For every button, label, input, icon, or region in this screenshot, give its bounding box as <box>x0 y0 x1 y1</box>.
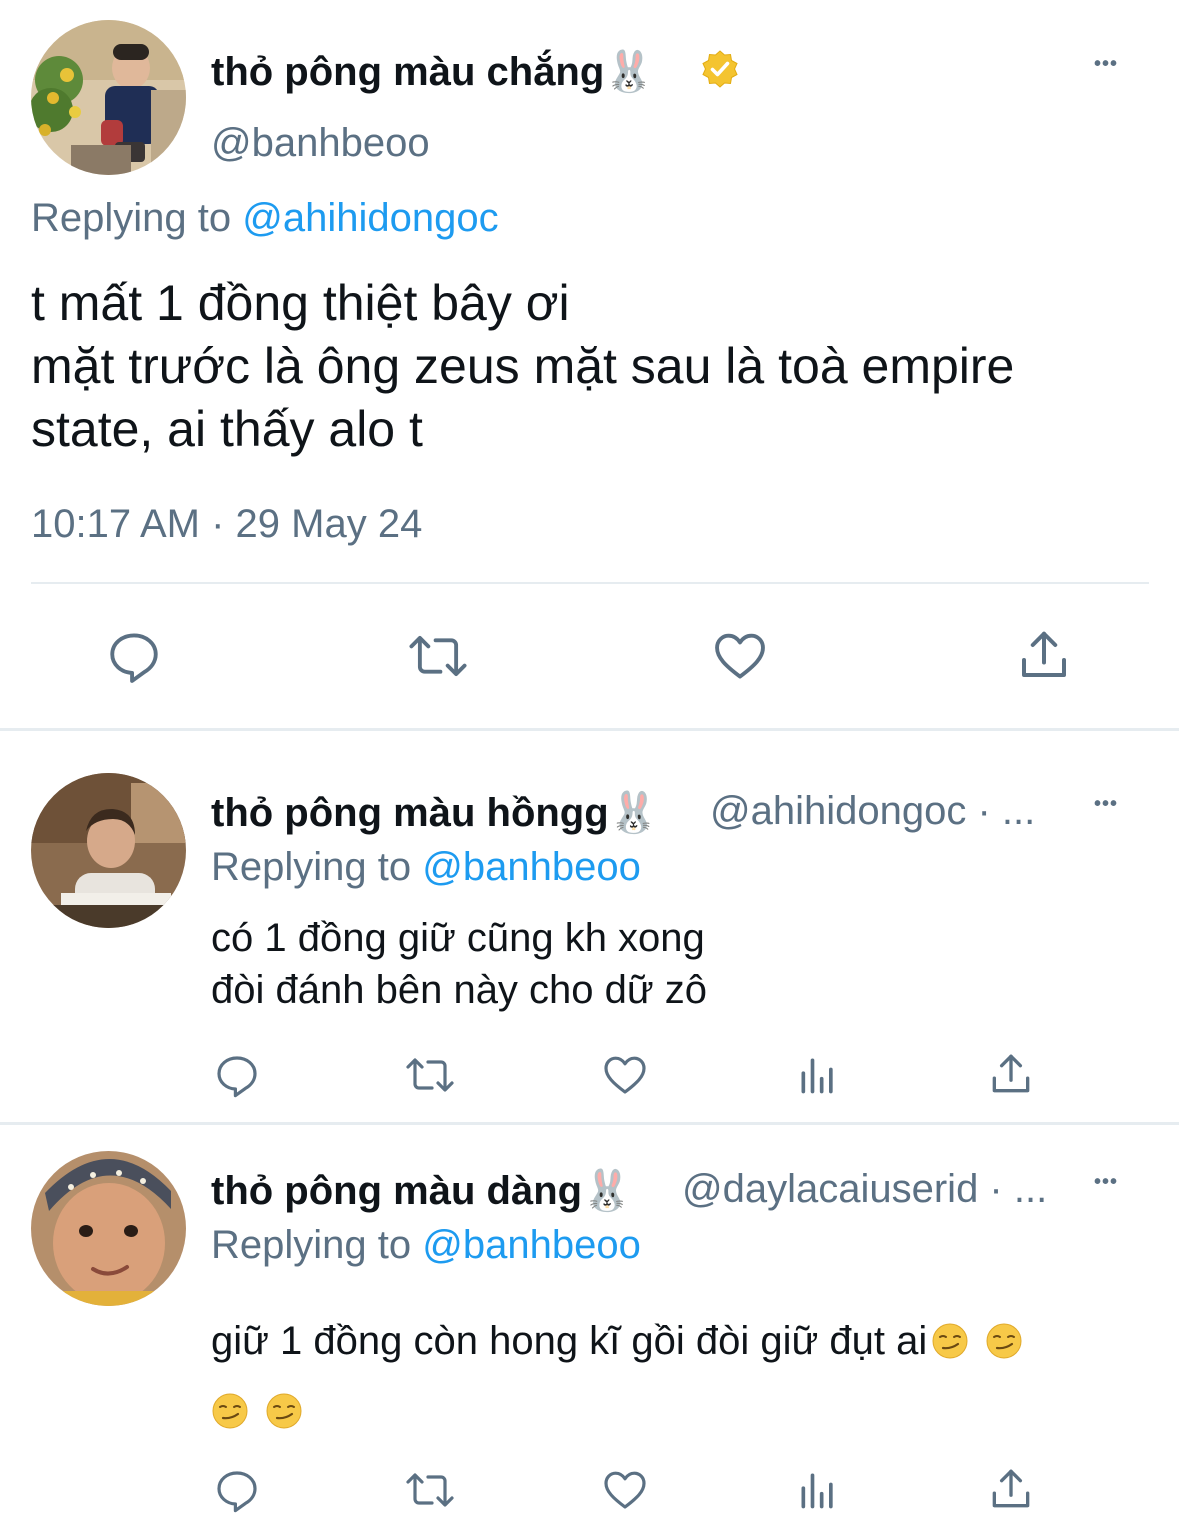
avatar-photo <box>31 773 186 928</box>
like-icon[interactable] <box>710 627 770 685</box>
tweet-text-line: có 1 đồng giữ cũng kh xong <box>211 916 705 960</box>
retweet-icon[interactable] <box>403 1051 457 1099</box>
avatar-photo <box>31 20 186 175</box>
display-name[interactable]: thỏ pông màu chắng🐰 <box>211 48 654 95</box>
smirk-emoji <box>931 1322 969 1360</box>
reply-icon[interactable] <box>213 1051 261 1099</box>
tweet-text-line: state, ai thấy alo t <box>31 401 423 457</box>
tweet-text-line: giữ 1 đồng còn hong kĩ gồi đòi giữ đụt a… <box>211 1306 1141 1376</box>
replying-to-line: Replying to @ahihidongoc <box>31 196 499 241</box>
reply-icon[interactable] <box>105 627 163 685</box>
tweet-text: t mất 1 đồng thiệt bây ơi mặt trước là ô… <box>31 272 1014 461</box>
analytics-icon[interactable] <box>796 1468 840 1512</box>
handle[interactable]: @banhbeoo <box>211 121 430 166</box>
smirk-emoji <box>265 1392 303 1430</box>
handle-meta[interactable]: @ahihidongoc · ... <box>710 789 1035 834</box>
avatar-photo <box>31 1151 186 1306</box>
reply-icon[interactable] <box>213 1466 261 1514</box>
more-icon[interactable]: ••• <box>1094 1172 1118 1192</box>
section-separator <box>0 1122 1179 1125</box>
avatar[interactable] <box>31 773 186 928</box>
smirk-emoji <box>211 1392 249 1430</box>
replying-prefix: Replying to <box>211 845 412 889</box>
like-icon[interactable] <box>600 1466 650 1514</box>
replying-to-handle[interactable]: @ahihidongoc <box>242 196 498 240</box>
retweet-icon[interactable] <box>403 1466 457 1514</box>
verified-badge-icon <box>700 49 740 89</box>
divider <box>31 582 1149 584</box>
share-icon[interactable] <box>1014 625 1074 685</box>
share-icon[interactable] <box>986 1464 1036 1514</box>
replying-prefix: Replying to <box>31 196 232 240</box>
avatar[interactable] <box>31 1151 186 1306</box>
replying-to-handle[interactable]: @banhbeoo <box>422 845 641 889</box>
smirk-emoji <box>985 1322 1023 1360</box>
analytics-icon[interactable] <box>796 1053 840 1097</box>
avatar[interactable] <box>31 20 186 175</box>
more-icon[interactable]: ••• <box>1094 54 1118 74</box>
tweet-text-line <box>211 1376 1141 1446</box>
like-icon[interactable] <box>600 1051 650 1099</box>
tweet-text: có 1 đồng giữ cũng kh xong đòi đánh bên … <box>211 912 707 1016</box>
tweet-text: giữ 1 đồng còn hong kĩ gồi đòi giữ đụt a… <box>211 1306 1141 1446</box>
replying-to-line: Replying to @banhbeoo <box>211 1223 641 1268</box>
section-separator <box>0 728 1179 731</box>
retweet-icon[interactable] <box>406 627 470 685</box>
tweet-text-content: giữ 1 đồng còn hong kĩ gồi đòi giữ đụt a… <box>211 1319 928 1363</box>
replying-prefix: Replying to <box>211 1223 412 1267</box>
tweet-text-line: mặt trước là ông zeus mặt sau là toà emp… <box>31 338 1015 394</box>
display-name[interactable]: thỏ pông màu hồngg🐰 <box>211 789 658 836</box>
tweet-text-line: đòi đánh bên này cho dữ zô <box>211 968 708 1012</box>
replying-to-handle[interactable]: @banhbeoo <box>422 1223 641 1267</box>
replying-to-line: Replying to @banhbeoo <box>211 845 641 890</box>
share-icon[interactable] <box>986 1049 1036 1099</box>
tweet-text-line: t mất 1 đồng thiệt bây ơi <box>31 275 570 331</box>
handle-meta[interactable]: @daylacaiuserid · ... <box>682 1167 1047 1212</box>
more-icon[interactable]: ••• <box>1094 794 1118 814</box>
display-name[interactable]: thỏ pông màu dàng🐰 <box>211 1167 632 1214</box>
timestamp[interactable]: 10:17 AM · 29 May 24 <box>31 502 422 547</box>
